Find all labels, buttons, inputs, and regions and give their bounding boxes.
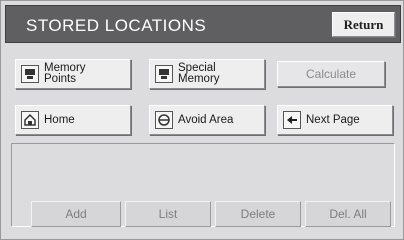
memory-points-icon (21, 65, 39, 83)
add-button[interactable]: Add (31, 201, 121, 227)
special-memory-button[interactable]: Special Memory (149, 59, 265, 89)
memory-points-label: Memory Points (44, 62, 86, 85)
home-label: Home (44, 113, 75, 126)
delete-all-button[interactable]: Del. All (305, 201, 391, 227)
stored-locations-screen: STORED LOCATIONS Return Memory Points Sp… (0, 0, 404, 240)
home-button[interactable]: Home (15, 105, 131, 135)
arrow-left-icon (283, 111, 301, 129)
page-title: STORED LOCATIONS (26, 16, 207, 35)
special-memory-icon (155, 65, 173, 83)
avoid-area-icon (155, 111, 173, 129)
avoid-area-button[interactable]: Avoid Area (149, 105, 265, 135)
list-button[interactable]: List (125, 201, 211, 227)
special-memory-label: Special Memory (178, 62, 220, 85)
delete-button[interactable]: Delete (215, 201, 301, 227)
next-page-label: Next Page (306, 113, 360, 126)
avoid-area-label: Avoid Area (178, 113, 234, 126)
memory-points-button[interactable]: Memory Points (15, 59, 131, 89)
next-page-button[interactable]: Next Page (277, 105, 393, 135)
calculate-button[interactable]: Calculate (277, 61, 385, 87)
return-button[interactable]: Return (332, 12, 395, 37)
home-icon (21, 111, 39, 129)
